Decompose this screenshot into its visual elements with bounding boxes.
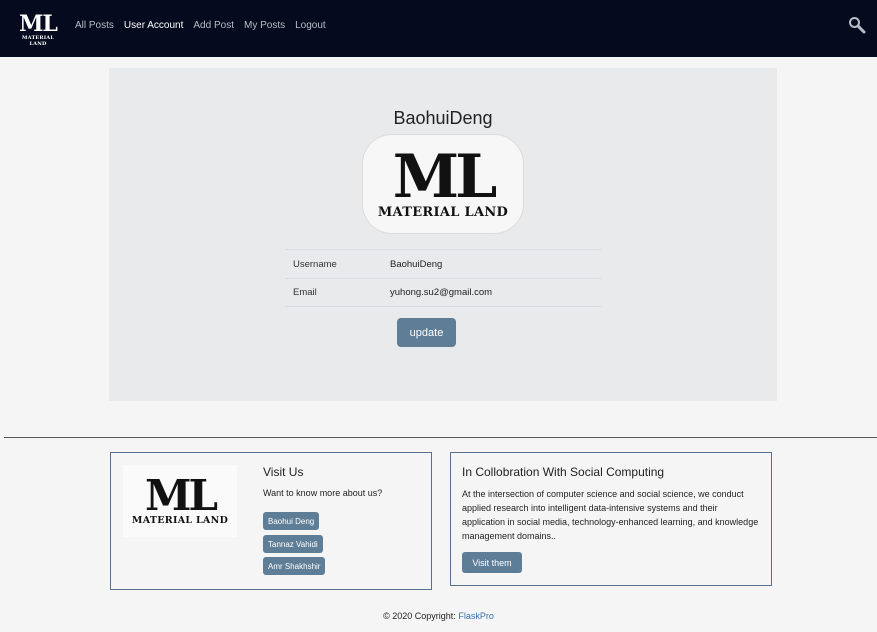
footer-logo-subtext: MATERIAL LAND: [131, 514, 229, 526]
brand-logo[interactable]: ML MATERIAL LAND: [15, 11, 61, 47]
nav-my-posts[interactable]: My Posts: [244, 20, 285, 31]
member-button-amr-shakhshir[interactable]: Amr Shakhshir: [263, 557, 326, 575]
update-button[interactable]: update: [397, 318, 456, 347]
visit-us-subtitle: Want to know more about us?: [263, 488, 383, 498]
visit-us-card: ML MATERIAL LAND Visit Us Want to know m…: [110, 452, 432, 590]
email-row: Email yuhong.su2@gmail.com: [285, 278, 601, 307]
flaskpro-link[interactable]: FlaskPro: [458, 611, 494, 621]
collaboration-title: In Collobration With Social Computing: [462, 465, 665, 479]
profile-name: BaohuiDeng: [393, 108, 493, 128]
email-value: yuhong.su2@gmail.com: [390, 287, 493, 298]
member-button-tannaz-vahidi[interactable]: Tannaz Vahidi: [263, 535, 323, 553]
username-label: Username: [293, 258, 337, 270]
brand-logo-text: ML: [19, 11, 58, 37]
profile-card: BaohuiDeng ML MATERIAL LAND Username Bao…: [109, 68, 777, 401]
nav-user-account[interactable]: User Account: [124, 20, 183, 31]
nav-links: All Posts User Account Add Post My Posts…: [75, 20, 336, 31]
member-button-baohui-deng[interactable]: Baohui Deng: [263, 512, 320, 530]
username-row: Username BaohuiDeng: [285, 249, 601, 278]
visit-us-title: Visit Us: [263, 465, 304, 479]
avatar-logo-subtext: MATERIAL LAND: [377, 204, 509, 220]
avatar-logo-text: ML: [392, 141, 498, 212]
footer-logo-text: ML: [144, 470, 218, 520]
search-icon[interactable]: [848, 16, 866, 34]
account-info-table: Username BaohuiDeng Email yuhong.su2@gma…: [285, 249, 601, 307]
divider: [4, 437, 877, 438]
avatar: ML MATERIAL LAND: [362, 134, 524, 234]
copyright: © 2020 Copyright: FlaskPro: [0, 611, 877, 621]
username-value: BaohuiDeng: [390, 258, 443, 270]
footer-logo: ML MATERIAL LAND: [123, 465, 237, 537]
nav-logout[interactable]: Logout: [295, 20, 326, 31]
copyright-text: © 2020 Copyright:: [383, 611, 456, 621]
visit-them-button[interactable]: Visit them: [462, 552, 522, 573]
email-label: Email: [293, 287, 317, 298]
nav-add-post[interactable]: Add Post: [193, 20, 234, 31]
collaboration-text: At the intersection of computer science …: [462, 489, 759, 541]
nav-all-posts[interactable]: All Posts: [75, 20, 114, 31]
navbar: ML MATERIAL LAND All Posts User Account …: [0, 0, 877, 57]
collaboration-card: In Collobration With Social Computing At…: [450, 452, 772, 586]
